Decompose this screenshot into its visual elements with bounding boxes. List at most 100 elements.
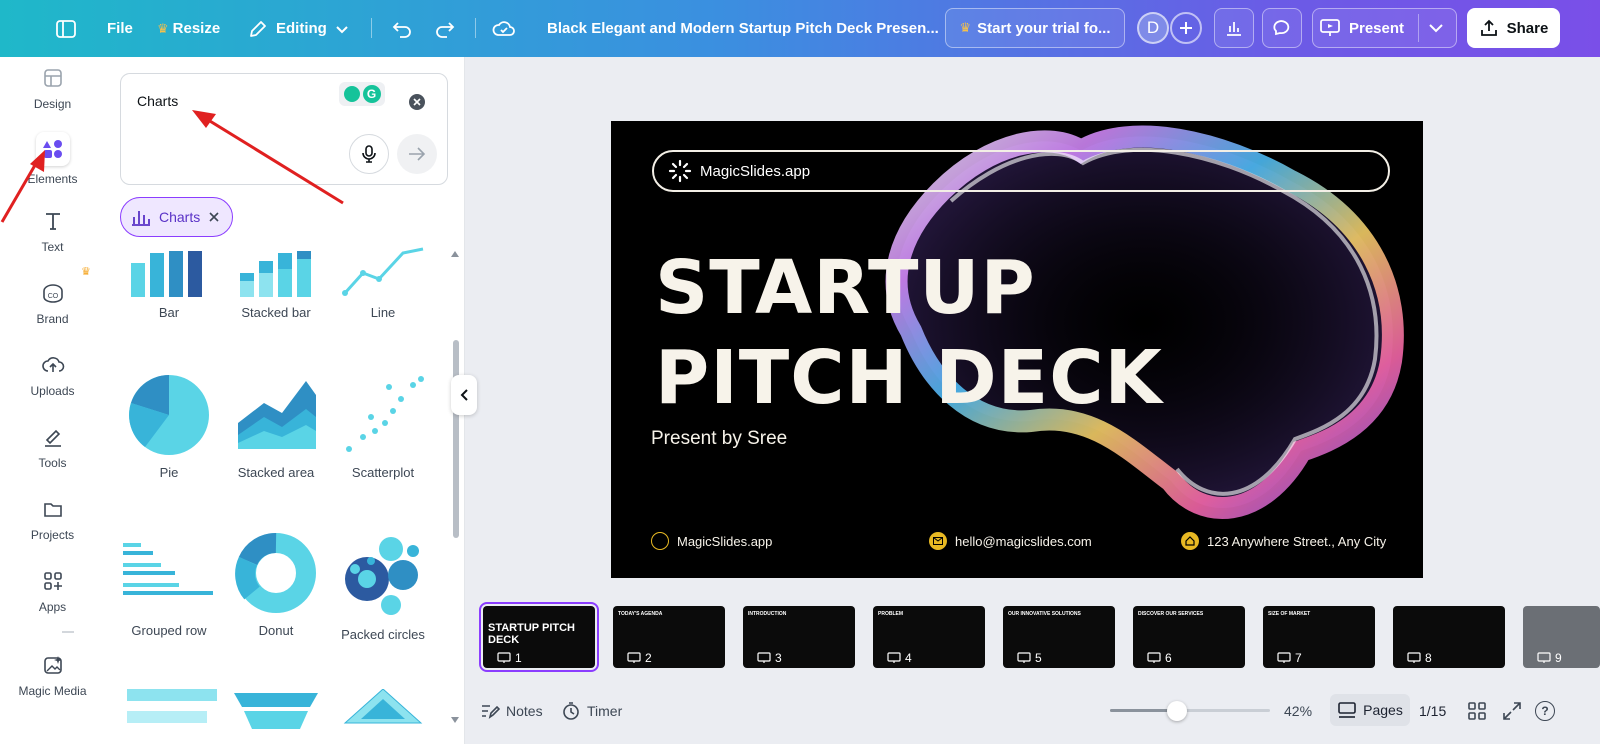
voice-search-button[interactable] (349, 134, 389, 174)
divider (475, 18, 476, 38)
document-title[interactable]: Black Elegant and Modern Startup Pitch D… (547, 0, 939, 57)
page-thumbnail[interactable]: STARTUP PITCH DECK 1 (479, 602, 599, 672)
submit-search-button[interactable] (397, 134, 437, 174)
nav-item-apps[interactable]: Apps (0, 568, 105, 614)
file-menu-button[interactable]: File (107, 0, 133, 57)
add-collaborator-button[interactable] (1170, 12, 1202, 44)
chart-tile-progress-rows[interactable] (119, 689, 219, 729)
page-thumbnail[interactable]: 8 (1393, 606, 1505, 668)
chart-tile-bar[interactable]: Bar (119, 247, 219, 320)
apps-icon (40, 568, 66, 594)
search-input-value: Charts (137, 93, 179, 109)
present-options-button[interactable] (1426, 20, 1446, 41)
chart-tile-stacked-area[interactable]: Stacked area (226, 373, 326, 480)
slide-canvas[interactable]: MagicSlides.app STARTUP PITCH DECK Prese… (611, 121, 1423, 578)
scroll-down-arrow[interactable] (451, 717, 459, 723)
chart-tile-line[interactable]: Line (333, 247, 433, 320)
svg-text:CO: CO (47, 293, 58, 300)
nav-item-elements[interactable]: Elements (0, 132, 105, 186)
grouped-row-chart-thumbnail (123, 543, 213, 595)
avatar[interactable]: D (1137, 12, 1169, 44)
share-button[interactable]: Share (1467, 8, 1560, 48)
nav-item-tools[interactable]: Tools (0, 424, 105, 470)
present-icon (757, 652, 771, 663)
nav-item-projects[interactable]: Projects (0, 496, 105, 542)
present-icon (497, 652, 511, 663)
pages-button[interactable]: Pages (1330, 694, 1410, 726)
nav-item-uploads[interactable]: Uploads (0, 352, 105, 398)
chart-tile-label: Packed circles (341, 627, 425, 642)
thumbnail-number: 2 (627, 651, 652, 665)
notes-button[interactable]: Notes (480, 700, 543, 722)
chart-tile-grouped-row[interactable]: Grouped row (119, 531, 219, 638)
comments-button[interactable] (1262, 8, 1302, 48)
chart-tile-scatterplot[interactable]: Scatterplot (333, 373, 433, 480)
scroll-up-arrow[interactable] (451, 251, 459, 257)
radar-chart-thumbnail (343, 689, 423, 724)
chart-tile-label: Bar (158, 305, 180, 320)
nav-item-design[interactable]: Design (0, 65, 105, 111)
grid-view-button[interactable] (1468, 700, 1486, 722)
fullscreen-button[interactable] (1503, 700, 1521, 722)
crown-icon: ♛ (81, 266, 91, 278)
zoom-level[interactable]: 42% (1284, 700, 1312, 722)
chart-tile-label: Scatterplot (351, 465, 415, 480)
timer-button[interactable]: Timer (561, 700, 622, 722)
chart-tile-stacked-bar[interactable]: Stacked bar (226, 247, 326, 320)
bar-chart-icon (1227, 22, 1241, 36)
nav-item-text[interactable]: Text (0, 208, 105, 254)
zoom-slider-handle[interactable] (1167, 701, 1188, 721)
page-thumbnail[interactable]: DISCOVER OUR SERVICES 6 (1133, 606, 1245, 668)
chart-tile-donut[interactable]: Donut (226, 531, 326, 638)
home-icon (1181, 532, 1199, 550)
editing-mode-button[interactable]: Editing (248, 0, 349, 57)
chart-tile-pie[interactable]: Pie (119, 373, 219, 480)
clear-search-button[interactable] (409, 94, 425, 110)
magicslides-logo-icon (668, 159, 692, 183)
cloud-save-status[interactable] (492, 0, 516, 57)
divider (62, 631, 74, 633)
thumbnail-number-text: 6 (1165, 651, 1172, 665)
insights-button[interactable] (1214, 8, 1254, 48)
page-thumbnail[interactable]: INTRODUCTION 3 (743, 606, 855, 668)
thumbnail-title: STARTUP PITCH DECK (488, 622, 575, 646)
search-input[interactable]: Charts G (120, 73, 448, 185)
brand-icon: CO (40, 280, 66, 306)
filter-chip-charts[interactable]: Charts (120, 197, 234, 237)
top-toolbar: File ♛ Resize Editing Black Elegant and … (0, 0, 1600, 57)
page-thumbnail[interactable]: SIZE OF MARKET 7 (1263, 606, 1375, 668)
page-thumbnail[interactable]: OUR INNOVATIVE SOLUTIONS 5 (1003, 606, 1115, 668)
page-thumbnail[interactable]: TODAY'S AGENDA 2 (613, 606, 725, 668)
thumbnail-title: DISCOVER OUR SERVICES (1138, 611, 1204, 617)
nav-item-brand[interactable]: CO Brand (0, 280, 105, 326)
undo-icon (392, 21, 411, 38)
nav-item-magic-media[interactable]: Magic Media (0, 652, 105, 698)
thumbnail-number-text: 7 (1295, 651, 1302, 665)
thumbnail-title: TODAY'S AGENDA (618, 611, 663, 617)
present-icon (887, 652, 901, 663)
chart-tile-radar[interactable] (333, 689, 433, 729)
thumbnail-number-text: 1 (515, 651, 522, 665)
redo-button[interactable] (434, 0, 456, 57)
footer-email-text: hello@magicslides.com (955, 533, 1092, 549)
undo-button[interactable] (391, 0, 413, 57)
help-button[interactable]: ? (1535, 701, 1555, 721)
resize-button[interactable]: ♛ Resize (157, 0, 220, 57)
start-trial-button[interactable]: ♛ Start your trial fo... (945, 8, 1125, 48)
panel-scrollbar-thumb[interactable] (453, 340, 459, 538)
footer-website: MagicSlides.app (651, 532, 772, 550)
chart-tile-packed-circles[interactable]: Packed circles (333, 531, 433, 642)
sidebar-toggle-button[interactable] (55, 0, 77, 57)
collapse-panel-button[interactable] (451, 375, 477, 415)
zoom-slider[interactable] (1110, 700, 1270, 721)
chart-tile-funnel[interactable] (226, 689, 326, 729)
microphone-icon (362, 145, 376, 163)
grid-view-icon (1468, 702, 1486, 720)
notes-icon (482, 705, 500, 719)
page-thumbnail[interactable]: 9 (1523, 606, 1600, 668)
page-counter[interactable]: 1/15 (1419, 700, 1446, 722)
page-thumbnail[interactable]: PROBLEM 4 (873, 606, 985, 668)
divider (1418, 14, 1419, 42)
chevron-left-icon (460, 389, 468, 401)
nav-item-label: Magic Media (18, 684, 87, 698)
